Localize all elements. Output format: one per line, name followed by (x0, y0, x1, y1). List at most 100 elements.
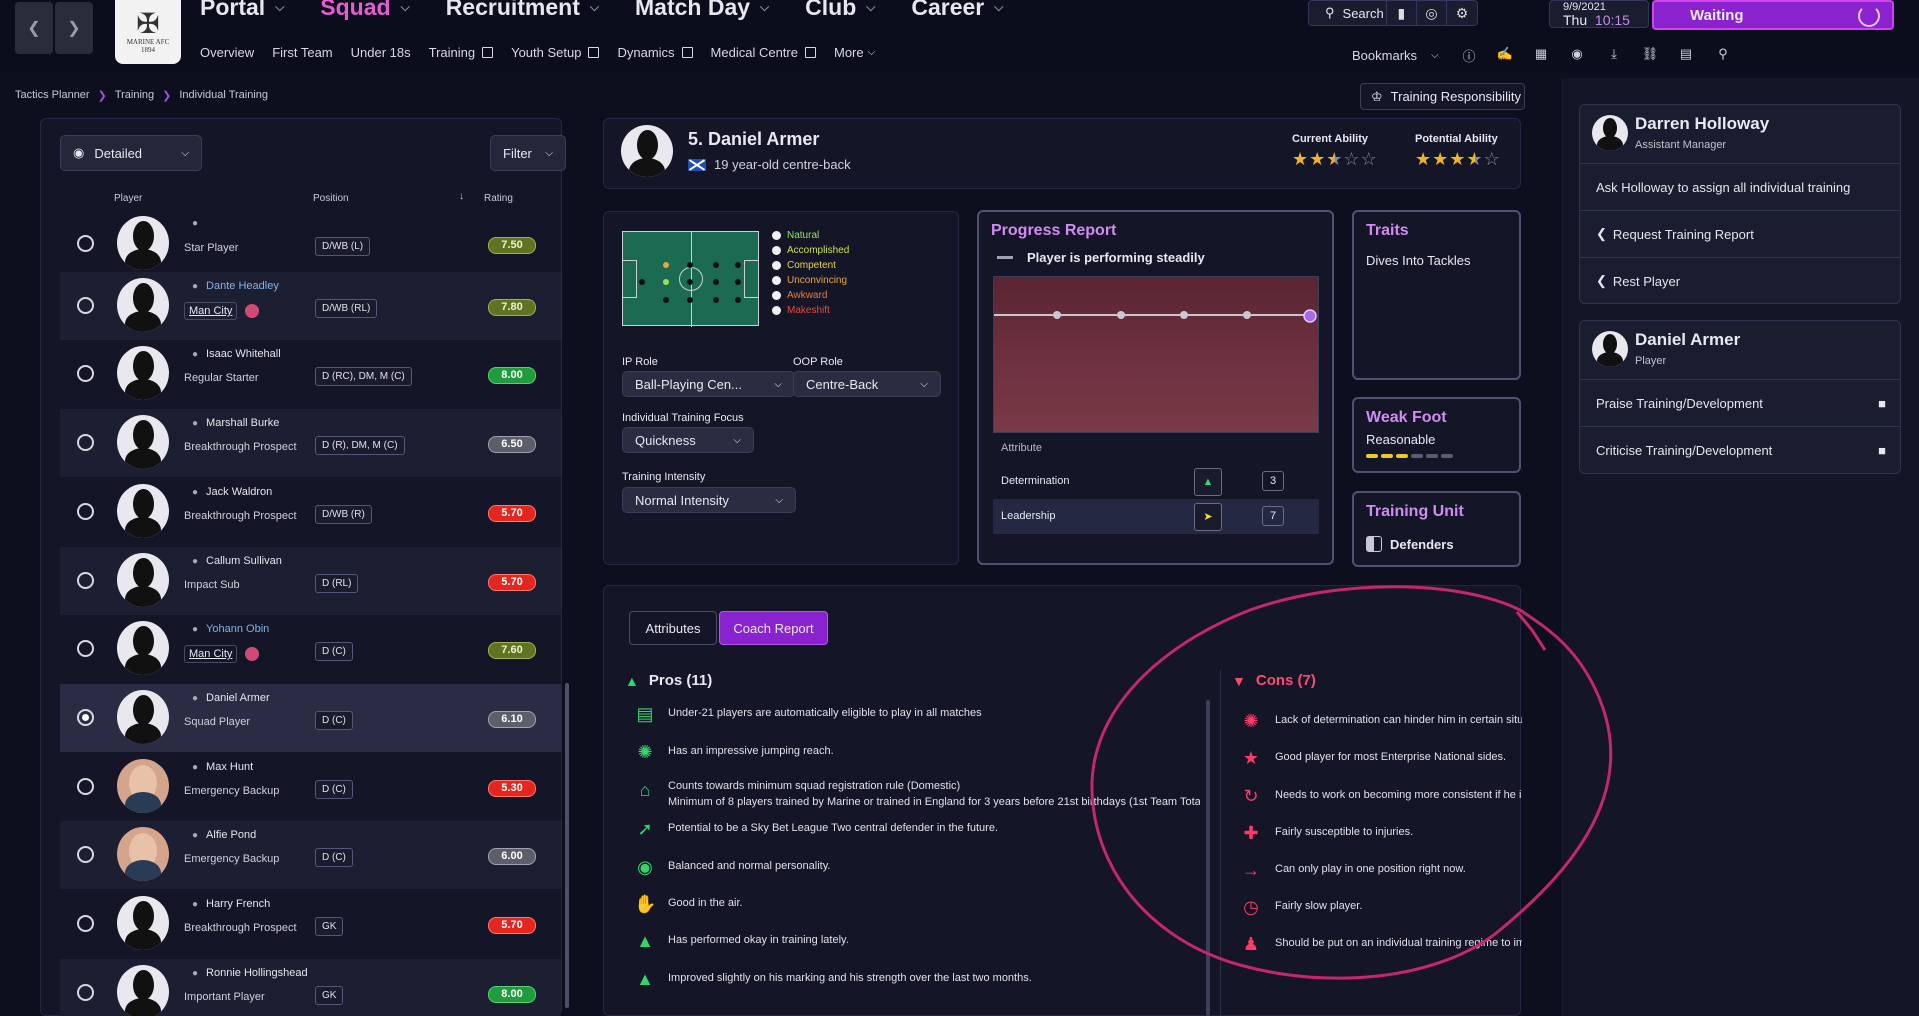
player-name[interactable]: Daniel Armer (206, 692, 270, 704)
table-row[interactable]: ● Max Hunt Emergency Backup D (C) 5.30 (60, 753, 561, 821)
subnav-under-18s[interactable]: Under 18s (351, 45, 411, 60)
table-row[interactable]: ● Dante Headley Man City D/WB (RL) 7.80 (60, 272, 561, 340)
table-row[interactable]: ● Harry French Breakthrough Prospect GK 5.70 (60, 890, 561, 958)
player-name[interactable]: Harry French (206, 898, 270, 910)
forward-button[interactable]: ❯ (55, 2, 93, 54)
table-row[interactable]: ● Daniel Armer Squad Player D (C) 6.10 (60, 684, 561, 752)
subnav-dynamics[interactable]: Dynamics (617, 45, 693, 60)
shirt-icon[interactable]: ⛓ (1641, 46, 1659, 64)
player-name[interactable]: Marshall Burke (206, 417, 279, 429)
subnav-more[interactable]: More ⌵ (834, 45, 875, 60)
select-radio[interactable] (77, 984, 94, 1001)
request-report-action[interactable]: ❮ Request Training Report (1580, 210, 1900, 257)
nav-recruitment[interactable]: Recruitment ⌵ (446, 0, 599, 21)
assign-training-action[interactable]: Ask Holloway to assign all individual tr… (1580, 163, 1900, 210)
table-row[interactable]: ● Jack Waldron Breakthrough Prospect D/WB (… (60, 478, 561, 546)
info-icon[interactable]: ⓘ (1460, 46, 1478, 64)
player-card-name[interactable]: Daniel Armer (1635, 330, 1740, 350)
table-row[interactable]: ● Isaac Whitehall Regular Starter D (RC), D… (60, 340, 561, 408)
potential-ability-stars[interactable]: ★★★★☆ (1415, 149, 1501, 170)
player-name[interactable]: Alfie Pond (206, 829, 256, 841)
criticise-training-action[interactable]: Criticise Training/Development ■ (1580, 426, 1900, 473)
subnav-first-team[interactable]: First Team (272, 45, 332, 60)
tactics-icon[interactable]: ✍ (1496, 46, 1514, 64)
select-radio[interactable] (77, 915, 94, 932)
player-name[interactable]: Max Hunt (206, 761, 253, 773)
column-header-player[interactable]: Player (114, 193, 142, 204)
attribute-row[interactable]: Leadership ➤ 7 (993, 499, 1319, 534)
staff-name[interactable]: Darren Holloway (1635, 114, 1769, 134)
list-scrollbar[interactable] (565, 683, 569, 1008)
select-radio[interactable] (77, 572, 94, 589)
club-crest-logo[interactable]: ✠ MARINE AFC 1894 (115, 0, 181, 64)
player-name[interactable]: Isaac Whitehall (206, 348, 281, 360)
praise-training-action[interactable]: Praise Training/Development ■ (1580, 379, 1900, 426)
nav-career[interactable]: Career ⌵ (911, 0, 1003, 21)
nav-squad[interactable]: Squad ⌵ (320, 0, 409, 21)
club-link[interactable]: Man City (184, 644, 238, 663)
subnav-training[interactable]: Training (429, 45, 494, 60)
select-radio[interactable] (77, 365, 94, 382)
progress-graph[interactable] (993, 276, 1319, 433)
current-ability-stars[interactable]: ★★★☆☆ (1292, 149, 1378, 170)
subnav-overview[interactable]: Overview (200, 45, 254, 60)
select-radio[interactable] (77, 640, 94, 657)
select-radio[interactable] (77, 709, 94, 726)
player-name[interactable]: Ronnie Hollingshead (206, 967, 308, 979)
player-title[interactable]: 5. Daniel Armer (688, 129, 819, 150)
view-dropdown[interactable]: ◉ Detailed ⌵ (60, 135, 202, 171)
select-radio[interactable] (77, 503, 94, 520)
select-radio[interactable] (77, 235, 94, 252)
select-radio[interactable] (77, 297, 94, 314)
globe-icon[interactable]: ◎ (1417, 0, 1448, 26)
continue-button[interactable]: Waiting (1652, 0, 1894, 30)
select-radio[interactable] (77, 846, 94, 863)
club-link[interactable]: Man City (184, 301, 238, 320)
player-name[interactable]: Yohann Obin (206, 623, 269, 635)
nav-club[interactable]: Club ⌵ (805, 0, 875, 21)
loan-club[interactable]: Man City (184, 301, 260, 320)
breadcrumb-training[interactable]: Training (115, 89, 154, 102)
oop-role-dropdown[interactable]: Centre-Back ⌵ (793, 371, 941, 397)
select-radio[interactable] (77, 434, 94, 451)
date-time-display[interactable]: 9/9/2021 Thu 10:15 (1549, 0, 1649, 28)
trait-value[interactable]: Dives Into Tackles (1366, 253, 1471, 268)
subnav-medical-centre[interactable]: Medical Centre (711, 45, 816, 60)
column-header-position[interactable]: Position (313, 193, 349, 204)
back-button[interactable]: ❮ (15, 2, 53, 54)
player-name[interactable]: Jack Waldron (206, 486, 272, 498)
training-focus-dropdown[interactable]: Quickness ⌵ (622, 427, 754, 453)
table-row[interactable]: ● Yohann Obin Man City D (C) 7.60 (60, 615, 561, 683)
table-row[interactable]: ● Marshall Burke Breakthrough Prospect D (R… (60, 409, 561, 477)
table-row[interactable]: ● Ronnie Hollingshead Important Player GK 8.… (60, 959, 561, 1016)
calendar-icon[interactable]: ▦ (1532, 46, 1550, 64)
tab-attributes[interactable]: Attributes (629, 611, 717, 645)
search-player-icon[interactable]: ⚲ (1714, 46, 1732, 64)
select-radio[interactable] (77, 778, 94, 795)
training-responsibility-button[interactable]: ♔ Training Responsibility (1360, 83, 1525, 110)
rest-player-action[interactable]: ❮ Rest Player (1580, 257, 1900, 304)
table-row[interactable]: ● Alfie Pond Emergency Backup D (C) 6.00 (60, 821, 561, 889)
download-icon[interactable]: ⤓ (1605, 46, 1623, 64)
attribute-row[interactable]: Determination ▲ 3 (993, 464, 1319, 499)
pros-scrollbar[interactable] (1206, 700, 1210, 1016)
scout-icon[interactable]: ◉ (1568, 46, 1586, 64)
subnav-youth-setup[interactable]: Youth Setup (511, 45, 600, 60)
sort-arrow-icon[interactable]: ↓ (459, 191, 464, 202)
player-name[interactable]: Dante Headley (206, 280, 279, 292)
table-row[interactable]: ● Callum Sullivan Impact Sub D (RL) 5.70 (60, 547, 561, 615)
ip-role-dropdown[interactable]: Ball-Playing Cen... ⌵ (622, 371, 795, 397)
column-header-rating[interactable]: Rating (484, 193, 513, 204)
tab-coach-report[interactable]: Coach Report (719, 611, 828, 645)
loan-club[interactable]: Man City (184, 644, 260, 663)
report-icon[interactable]: ▤ (1677, 46, 1695, 64)
filter-dropdown[interactable]: Filter ⌵ (490, 135, 566, 171)
bookmarks-dropdown[interactable]: Bookmarks ⌵ (1352, 48, 1439, 63)
search-button[interactable]: ⚲ Search (1309, 0, 1387, 26)
table-row[interactable]: ● Star Player D/WB (L) 7.50 (60, 210, 561, 278)
training-unit-value[interactable]: Defenders (1390, 537, 1454, 552)
player-name[interactable]: Callum Sullivan (206, 555, 282, 567)
breadcrumb-tactics-planner[interactable]: Tactics Planner (15, 89, 90, 102)
training-intensity-dropdown[interactable]: Normal Intensity ⌵ (622, 487, 796, 513)
bookmark-icon[interactable]: ▮ (1387, 0, 1417, 26)
